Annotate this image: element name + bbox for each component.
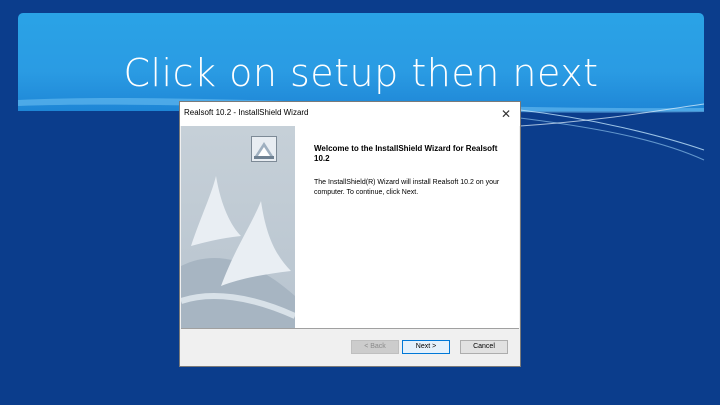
installshield-dialog: Realsoft 10.2 - InstallShield Wizard ✕ W… — [179, 101, 521, 367]
dialog-content: Welcome to the InstallShield Wizard for … — [181, 126, 519, 328]
installer-logo-icon — [251, 136, 277, 162]
dialog-title: Realsoft 10.2 - InstallShield Wizard — [184, 108, 309, 117]
next-button[interactable]: Next > — [402, 340, 450, 354]
dialog-titlebar: Realsoft 10.2 - InstallShield Wizard ✕ — [180, 102, 520, 126]
back-button[interactable]: < Back — [351, 340, 399, 354]
sail-graphic — [181, 176, 295, 328]
close-icon[interactable]: ✕ — [492, 102, 520, 126]
title-banner: Click on setup then next — [18, 13, 704, 111]
welcome-heading: Welcome to the InstallShield Wizard for … — [314, 144, 498, 163]
slide-background: Click on setup then next Realsoft 10.2 -… — [0, 0, 720, 405]
cancel-button[interactable]: Cancel — [460, 340, 508, 354]
wizard-side-panel — [181, 126, 295, 328]
slide-title: Click on setup then next — [123, 51, 599, 95]
button-separator — [181, 328, 519, 329]
welcome-description: The InstallShield(R) Wizard will install… — [314, 179, 500, 196]
